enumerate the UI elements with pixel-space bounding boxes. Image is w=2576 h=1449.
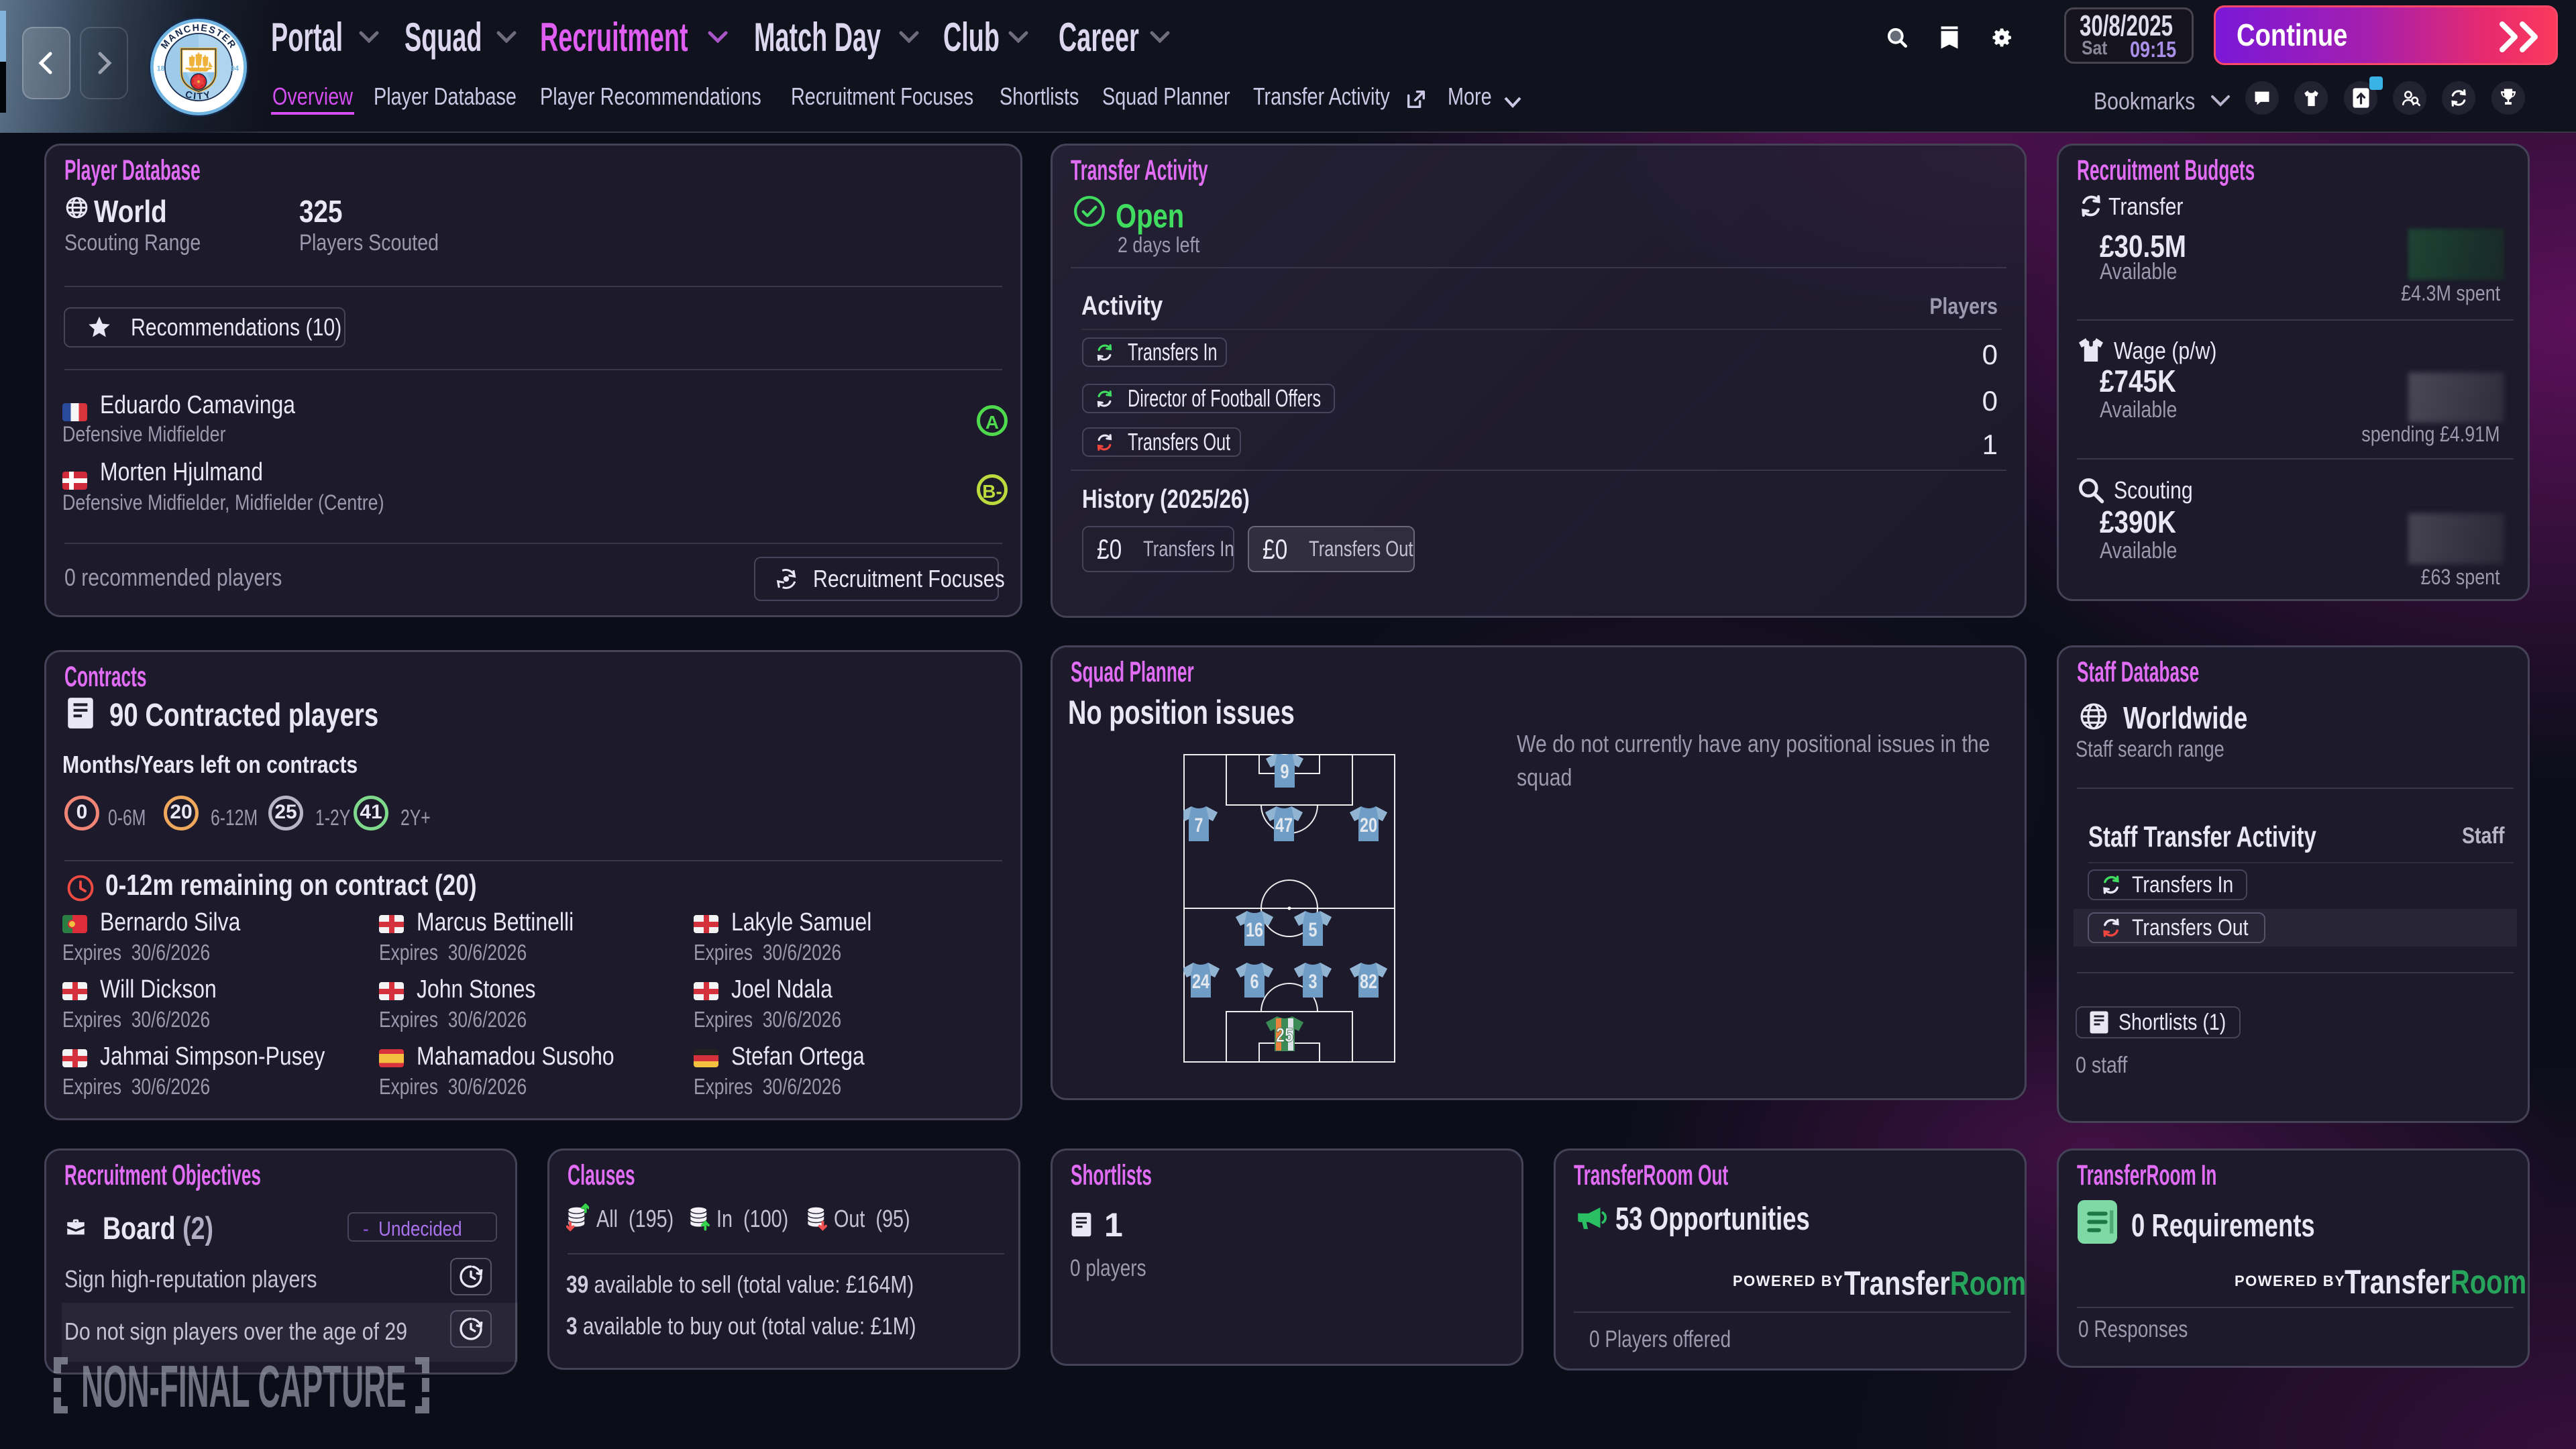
svg-text:7: 7 xyxy=(1194,814,1203,836)
svg-text:94: 94 xyxy=(231,64,239,72)
svg-text:18: 18 xyxy=(157,64,165,72)
svg-text:5: 5 xyxy=(1308,918,1317,941)
svg-text:47: 47 xyxy=(1275,814,1293,836)
svg-text:25: 25 xyxy=(1276,1024,1293,1046)
svg-text:6: 6 xyxy=(1250,970,1258,992)
svg-text:82: 82 xyxy=(1360,970,1377,992)
svg-text:9: 9 xyxy=(1280,760,1289,782)
svg-text:20: 20 xyxy=(1360,814,1377,836)
svg-text:24: 24 xyxy=(1192,970,1210,992)
svg-text:3: 3 xyxy=(1308,970,1317,992)
svg-text:16: 16 xyxy=(1246,918,1263,941)
